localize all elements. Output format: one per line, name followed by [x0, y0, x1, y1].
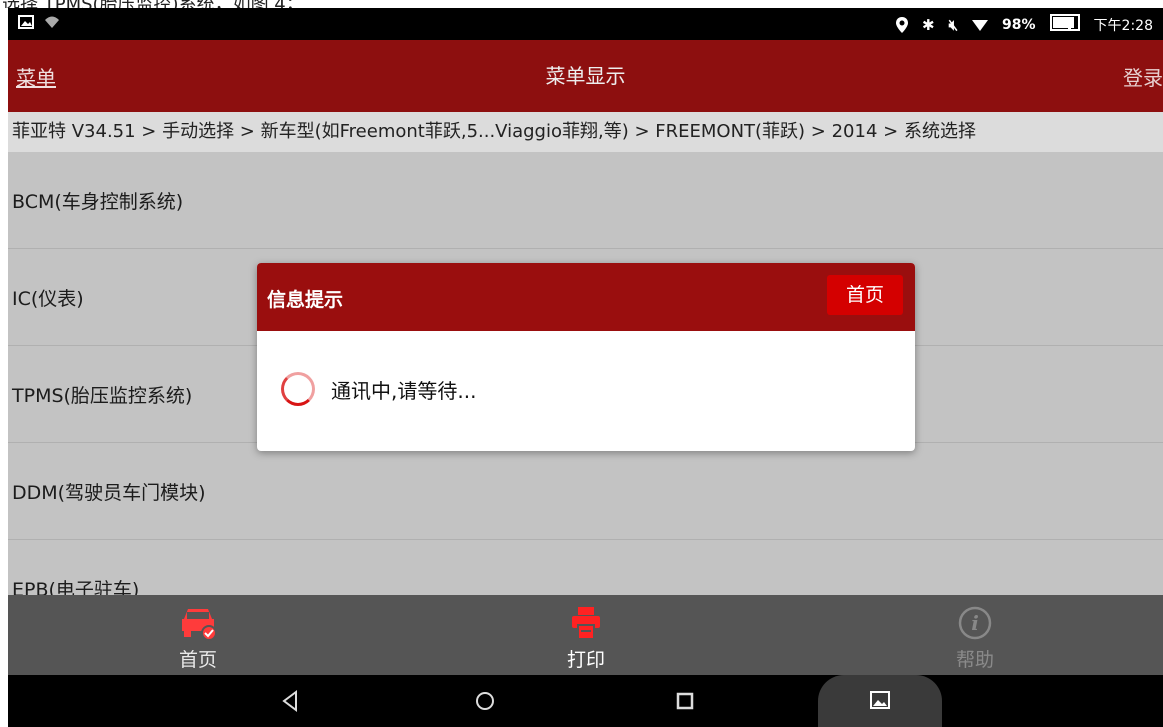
battery-percent: 98% [1002, 16, 1036, 33]
wifi-unknown-icon [45, 16, 59, 28]
android-nav-bar [8, 675, 1163, 727]
loading-spinner-icon [281, 372, 315, 406]
wifi-icon [972, 19, 989, 31]
dialog-message: 通讯中,请等待... [331, 379, 477, 403]
clock: 下午2:28 [1093, 17, 1153, 34]
page-caption: 选择 TPMS(胎压监控)系统，如图 4； [0, 0, 1163, 8]
gallery-shortcut[interactable] [818, 675, 942, 727]
mute-icon: 🔇︎ [948, 15, 959, 34]
gallery-icon [870, 691, 890, 709]
recents-icon[interactable] [670, 686, 700, 716]
dialog-body: 通讯中,请等待... [257, 331, 915, 451]
page-title: 菜单显示 [545, 64, 626, 88]
bluetooth-icon: ✱ [922, 15, 935, 34]
image-notification-icon [18, 15, 34, 29]
status-left [18, 15, 60, 29]
back-icon[interactable] [276, 686, 306, 716]
info-dialog: 信息提示 首页 通讯中,请等待... [257, 263, 915, 451]
bottom-tab-bar: 首页 打印 i 帮助 [8, 595, 1163, 675]
battery-icon [1049, 14, 1080, 35]
dialog-home-button[interactable]: 首页 [827, 275, 903, 315]
info-icon: i [958, 606, 992, 640]
tab-help[interactable]: i 帮助 [915, 595, 1035, 675]
status-bar: ✱ 🔇︎ 98% 下午2:28 [8, 8, 1163, 40]
location-icon [896, 16, 908, 33]
tab-home[interactable]: 首页 [138, 595, 258, 675]
tab-help-label: 帮助 [955, 649, 994, 671]
svg-text:i: i [971, 611, 979, 635]
printer-icon [572, 607, 600, 640]
tab-print[interactable]: 打印 [526, 595, 646, 675]
breadcrumb: 菲亚特 V34.51 > 手动选择 > 新车型(如Freemont菲跃,5...… [8, 112, 1163, 152]
home-circle-icon[interactable] [470, 686, 500, 716]
login-link[interactable]: 登录 [1123, 62, 1163, 91]
dialog-title: 信息提示 [267, 289, 344, 311]
status-right: ✱ 🔇︎ 98% 下午2:28 [896, 14, 1153, 35]
dialog-header: 信息提示 首页 [257, 263, 915, 331]
title-bar: 菜单 菜单显示 登录 [8, 40, 1163, 112]
tab-home-label: 首页 [178, 649, 217, 671]
tab-print-label: 打印 [566, 649, 605, 671]
car-check-icon [182, 609, 217, 641]
